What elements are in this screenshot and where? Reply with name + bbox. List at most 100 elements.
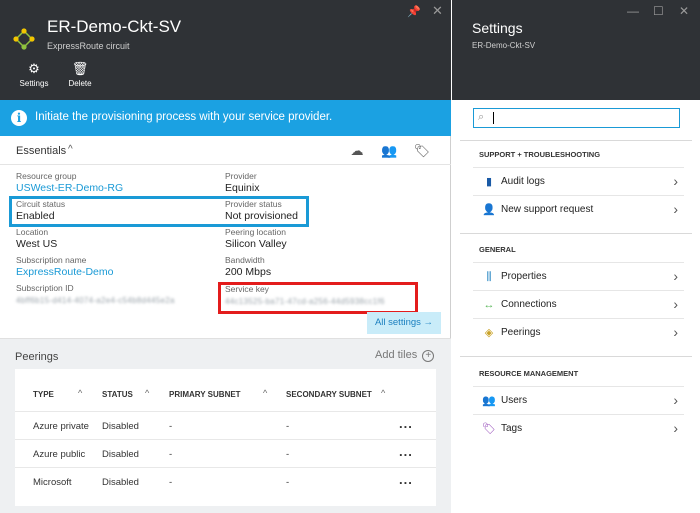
table-row[interactable]: Microsoft Disabled - - ... — [15, 467, 436, 495]
resource-group-field: Resource group USWest-ER-Demo-RG — [16, 171, 123, 195]
secondary-subnet: - — [286, 477, 290, 488]
text-caret — [493, 112, 494, 124]
settings-button-label: Settings — [19, 79, 49, 88]
essentials-toggle[interactable]: Essentials — [16, 145, 66, 157]
sort-icon[interactable]: ^ — [381, 388, 385, 398]
field-label: Subscription name — [16, 255, 87, 265]
peerings-title: Peerings — [15, 351, 59, 363]
subscription-name-link[interactable]: ExpressRoute-Demo — [16, 266, 113, 279]
settings-item-users[interactable]: 👥 Users › — [473, 386, 684, 414]
settings-search-input[interactable]: ⌕ — [473, 108, 680, 128]
blade-header: ER-Demo-Ckt-SV ExpressRoute circuit 📌 ✕ … — [0, 0, 451, 100]
settings-item-label: Audit logs — [501, 176, 545, 187]
expressroute-logo-icon — [13, 28, 35, 50]
sort-icon[interactable]: ^ — [78, 388, 82, 398]
peerings-icon: ◈ — [484, 327, 494, 339]
primary-subnet: - — [169, 421, 173, 432]
sort-icon[interactable]: ^ — [263, 388, 267, 398]
settings-item-label: Properties — [501, 271, 547, 282]
settings-item-label: Connections — [501, 299, 557, 310]
column-header-status[interactable]: STATUS — [102, 390, 133, 399]
secondary-subnet: - — [286, 449, 290, 460]
provider-value: Equinix — [225, 182, 260, 194]
banner-text: Initiate the provisioning process with y… — [35, 111, 333, 123]
blade-subtitle: ExpressRoute circuit — [47, 41, 130, 51]
peering-status: Disabled — [102, 449, 139, 460]
more-icon[interactable]: ... — [399, 416, 413, 431]
section-heading-support: SUPPORT + TROUBLESHOOTING — [479, 150, 601, 159]
subscription-id-field: Subscription ID 4bff6b15-d414-4074-a2e4-… — [16, 283, 175, 307]
connections-icon: ↔ — [483, 299, 495, 311]
settings-button[interactable]: ⚙ Settings — [14, 62, 54, 89]
table-row[interactable]: Azure private Disabled - - ... — [15, 411, 436, 439]
more-icon[interactable]: ... — [399, 444, 413, 459]
section-divider — [460, 356, 692, 357]
plus-circle-icon: + — [422, 350, 435, 362]
provisioning-banner[interactable]: i Initiate the provisioning process with… — [0, 100, 451, 136]
field-label: Resource group — [16, 171, 77, 181]
bandwidth-value: 200 Mbps — [225, 266, 272, 278]
section-divider — [460, 140, 692, 141]
audit-logs-icon: ▮ — [485, 176, 493, 188]
primary-subnet: - — [169, 477, 173, 488]
sort-icon[interactable]: ^ — [145, 388, 149, 398]
settings-item-label: Tags — [501, 423, 523, 434]
section-heading-general: GENERAL — [479, 245, 516, 254]
subscription-id-value: 4bff6b15-d414-4074-a2e4-c54b8d445e2a — [16, 296, 175, 305]
section-heading-resource-management: RESOURCE MANAGEMENT — [479, 369, 579, 378]
chevron-right-icon: › — [673, 296, 678, 312]
pin-icon[interactable]: 📌 — [407, 5, 421, 18]
settings-subtitle: ER-Demo-Ckt-SV — [472, 41, 536, 50]
settings-item-audit-logs[interactable]: ▮ Audit logs › — [473, 167, 684, 195]
column-header-secondary-subnet[interactable]: SECONDARY SUBNET — [286, 390, 372, 399]
settings-title: Settings — [472, 20, 523, 36]
chevron-up-icon[interactable]: ^ — [68, 144, 73, 155]
settings-item-new-support-request[interactable]: 👤 New support request › — [473, 195, 684, 223]
trash-icon: 🗑 — [71, 61, 89, 76]
chevron-right-icon: › — [673, 324, 678, 340]
field-label: Bandwidth — [225, 255, 265, 265]
add-tiles-button[interactable]: Add tiles + — [375, 349, 435, 362]
tag-icon[interactable]: 🏷 — [412, 143, 432, 159]
location-value: West US — [16, 238, 58, 250]
peering-type: Azure public — [33, 449, 86, 460]
chevron-right-icon: › — [673, 268, 678, 284]
section-divider — [460, 233, 692, 234]
essentials-header: Essentials ^ ☁ 👥 🏷 — [0, 137, 451, 165]
field-label: Location — [16, 227, 49, 237]
status-highlight-box — [9, 196, 309, 227]
minimize-icon[interactable]: — — [627, 4, 639, 18]
settings-item-tags[interactable]: 🏷 Tags › — [473, 414, 684, 442]
info-icon: i — [11, 110, 27, 126]
cloud-icon[interactable]: ☁ — [347, 143, 367, 159]
close-icon[interactable]: ✕ — [679, 4, 689, 18]
peering-type: Azure private — [33, 421, 89, 432]
column-header-type[interactable]: TYPE — [33, 390, 54, 399]
field-label: Provider — [225, 171, 257, 181]
all-settings-button[interactable]: All settings → — [367, 312, 441, 334]
maximize-icon[interactable]: ☐ — [653, 4, 664, 18]
resource-group-link[interactable]: USWest-ER-Demo-RG — [16, 182, 123, 195]
essentials-toolbar: ☁ 👥 🏷 — [347, 142, 440, 160]
peering-status: Disabled — [102, 421, 139, 432]
primary-subnet: - — [169, 449, 173, 460]
users-icon[interactable]: 👥 — [379, 143, 399, 159]
blade-title: ER-Demo-Ckt-SV — [47, 17, 182, 36]
settings-item-connections[interactable]: ↔ Connections › — [473, 290, 684, 318]
settings-item-peerings[interactable]: ◈ Peerings › — [473, 318, 684, 346]
location-field: Location West US — [16, 227, 57, 251]
peering-type: Microsoft — [33, 477, 72, 488]
peering-location-value: Silicon Valley — [225, 238, 287, 250]
peerings-section: Peerings Add tiles + TYPE ^ STATUS ^ PRI… — [0, 338, 451, 513]
delete-button[interactable]: 🗑 Delete — [60, 61, 100, 89]
search-icon: ⌕ — [478, 111, 485, 123]
provider-field: Provider Equinix — [225, 171, 259, 195]
table-row[interactable]: Azure public Disabled - - ... — [15, 439, 436, 467]
column-header-primary-subnet[interactable]: PRIMARY SUBNET — [169, 390, 241, 399]
bandwidth-field: Bandwidth 200 Mbps — [225, 255, 271, 279]
more-icon[interactable]: ... — [399, 472, 413, 487]
add-tiles-label: Add tiles — [375, 349, 418, 361]
close-icon[interactable]: ✕ — [432, 3, 443, 19]
service-key-highlight-box — [218, 282, 418, 314]
settings-item-properties[interactable]: ⫼ Properties › — [473, 262, 684, 290]
